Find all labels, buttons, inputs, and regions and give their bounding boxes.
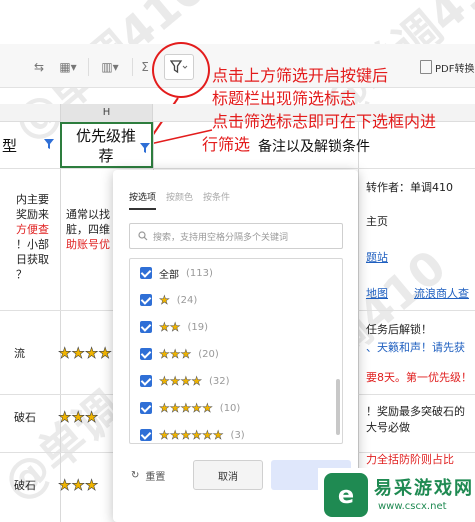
app-root: @单调410 @单调410 @单调410 @单调410 ⇆ ▦▾ ▥▾ Σ PD… bbox=[0, 0, 475, 522]
filter-option[interactable]: ★★★★★ (10) bbox=[140, 398, 240, 418]
checkbox[interactable] bbox=[140, 321, 152, 333]
header-priority-label: 优先级推荐 bbox=[75, 127, 136, 165]
logo-url: www.cscx.net bbox=[378, 501, 447, 512]
reset-label: 重置 bbox=[145, 472, 166, 483]
option-count: (10) bbox=[219, 402, 241, 414]
tab-by-color[interactable]: 按颜色 bbox=[166, 190, 193, 210]
search-placeholder: 搜索，支持用空格分隔多个关键词 bbox=[153, 232, 289, 243]
option-stars: ★★★★★★ bbox=[159, 428, 224, 443]
cell-text: 主页 bbox=[366, 215, 388, 228]
option-stars: ★★★★★ bbox=[159, 401, 213, 416]
cell-text: 内主要 bbox=[16, 193, 49, 206]
annotation-line: 标题栏出现筛选标志 bbox=[212, 89, 357, 108]
filter-option[interactable]: ★★★★ (32) bbox=[140, 371, 230, 391]
list-scrollbar[interactable] bbox=[336, 379, 340, 435]
cell-text: 力全括防阶则占比 bbox=[366, 453, 454, 466]
checkbox[interactable] bbox=[140, 375, 152, 387]
option-stars: ★ bbox=[159, 293, 170, 308]
grid-line bbox=[0, 168, 475, 169]
option-label: 全部 bbox=[159, 269, 179, 281]
grid-line bbox=[358, 122, 359, 522]
cell-text: ！小部 bbox=[16, 238, 49, 251]
option-count: (3) bbox=[230, 429, 245, 441]
option-count: (19) bbox=[187, 321, 209, 333]
column-header-h[interactable]: H bbox=[60, 104, 153, 122]
star-rating: ★★★★ bbox=[58, 344, 112, 363]
grid-line bbox=[60, 122, 61, 522]
checkbox[interactable] bbox=[140, 402, 152, 414]
cell-text: 奖励来 bbox=[16, 208, 49, 221]
filter-search-input[interactable]: 搜索，支持用空格分隔多个关键词 bbox=[129, 223, 343, 249]
cell-text: 破石 bbox=[14, 479, 36, 492]
option-stars: ★★ bbox=[159, 320, 181, 335]
logo-name: 易采游戏网 bbox=[374, 478, 474, 499]
cell-text: 日获取 bbox=[16, 253, 49, 266]
filter-mark-icon[interactable] bbox=[43, 138, 55, 150]
star-rating: ★★★ bbox=[58, 476, 99, 495]
cell-text: 助账号优 bbox=[66, 238, 110, 251]
checkbox[interactable] bbox=[140, 429, 152, 441]
annotation-text: 点击上方筛选开启按键后 标题栏出现筛选标志 点击筛选标志即可在下选框内进 行筛选 bbox=[202, 64, 437, 156]
cell-text: 大号必做 bbox=[366, 421, 410, 434]
tab-by-option[interactable]: 按选项 bbox=[129, 190, 157, 210]
filter-tabs: 按选项 按颜色 按条件 bbox=[129, 190, 230, 210]
annotation-line: 点击筛选标志即可在下选框内进 bbox=[212, 112, 437, 131]
site-logo: e 易采游戏网 www.cscx.net bbox=[318, 468, 475, 522]
tab-by-condition[interactable]: 按条件 bbox=[203, 190, 230, 210]
cancel-button[interactable]: 取消 bbox=[193, 460, 263, 490]
logo-badge-icon: e bbox=[324, 473, 368, 517]
selected-header-cell[interactable]: 优先级推荐 bbox=[60, 122, 153, 168]
cell-text: 转作者：单调410 bbox=[366, 181, 453, 194]
option-stars: ★★★★ bbox=[159, 374, 203, 389]
cell-text: 要8天。第一优先级！ bbox=[366, 371, 472, 384]
link[interactable]: 题站 bbox=[366, 250, 388, 265]
search-icon bbox=[138, 231, 148, 241]
option-count: (32) bbox=[209, 375, 230, 387]
cell-text: 流 bbox=[14, 347, 25, 360]
filter-option-all[interactable]: 全部 (113) bbox=[140, 263, 213, 283]
filter-mark-icon[interactable] bbox=[139, 142, 151, 154]
cell-text: 任务后解锁！ bbox=[366, 323, 432, 336]
filter-option[interactable]: ★ (24) bbox=[140, 290, 197, 310]
cell-text: ！奖励最多突破石的 bbox=[366, 405, 465, 418]
cell-text: 方便查 bbox=[16, 223, 49, 236]
cell-text: 破石 bbox=[14, 411, 36, 424]
annotation-line: 点击上方筛选开启按键后 bbox=[212, 66, 389, 85]
link[interactable]: 流浪商人查 bbox=[414, 286, 469, 301]
header-type-cell[interactable]: 型 bbox=[2, 135, 17, 156]
checkbox[interactable] bbox=[140, 348, 152, 360]
checkbox[interactable] bbox=[140, 267, 152, 279]
cell-text: 通常以找 bbox=[66, 208, 110, 221]
star-rating: ★★★ bbox=[58, 408, 99, 427]
link[interactable]: 地图 bbox=[366, 286, 388, 301]
option-count: (113) bbox=[186, 267, 213, 279]
cell-text: 脏，四维 bbox=[66, 223, 110, 236]
option-count: (20) bbox=[198, 348, 219, 360]
annotation-line: 行筛选 bbox=[202, 135, 251, 154]
filter-option[interactable]: ★★★ (20) bbox=[140, 344, 219, 364]
filter-option[interactable]: ★★ (19) bbox=[140, 317, 208, 337]
filter-option-list: 全部 (113) ★ (24) ★★ (19) ★★★ (20) ★★★★ (3… bbox=[129, 258, 343, 444]
option-stars: ★★★ bbox=[159, 347, 192, 362]
filter-option[interactable]: ★★★★★★ (3) bbox=[140, 425, 245, 443]
cell-text: 、天籁和声！请先获 bbox=[366, 341, 465, 354]
cell-text: ？ bbox=[16, 268, 27, 281]
reset-button[interactable]: ↻ 重置 bbox=[131, 468, 165, 483]
checkbox[interactable] bbox=[140, 294, 152, 306]
reset-icon: ↻ bbox=[131, 470, 140, 481]
option-count: (24) bbox=[176, 294, 198, 306]
